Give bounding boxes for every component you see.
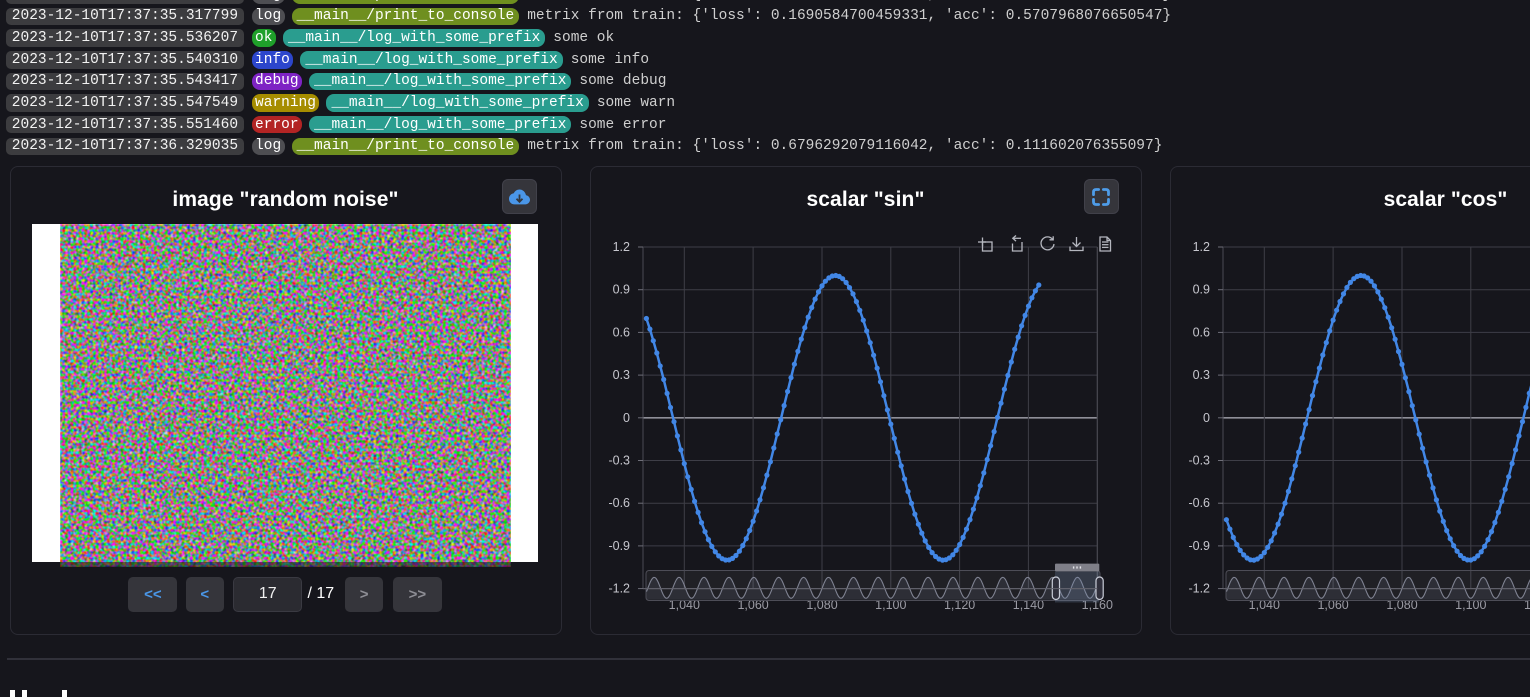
svg-text:-0.3: -0.3 xyxy=(1188,453,1210,467)
svg-text:1.2: 1.2 xyxy=(1193,240,1210,254)
svg-text:-0.6: -0.6 xyxy=(1188,496,1210,510)
svg-text:0: 0 xyxy=(1203,410,1210,424)
svg-text:1.2: 1.2 xyxy=(613,240,630,254)
svg-text:0.9: 0.9 xyxy=(613,282,630,296)
svg-text:0: 0 xyxy=(623,410,630,424)
svg-text:0.6: 0.6 xyxy=(613,325,630,339)
svg-text:-0.6: -0.6 xyxy=(608,496,630,510)
svg-text:-0.3: -0.3 xyxy=(608,453,630,467)
svg-text:-1.2: -1.2 xyxy=(1188,581,1210,595)
svg-text:-0.9: -0.9 xyxy=(608,538,630,552)
svg-text:0.3: 0.3 xyxy=(1193,368,1210,382)
svg-text:-0.9: -0.9 xyxy=(1188,538,1210,552)
svg-text:0.9: 0.9 xyxy=(1193,282,1210,296)
svg-text:0.6: 0.6 xyxy=(1193,325,1210,339)
svg-text:0.3: 0.3 xyxy=(613,368,630,382)
svg-text:-1.2: -1.2 xyxy=(608,581,630,595)
